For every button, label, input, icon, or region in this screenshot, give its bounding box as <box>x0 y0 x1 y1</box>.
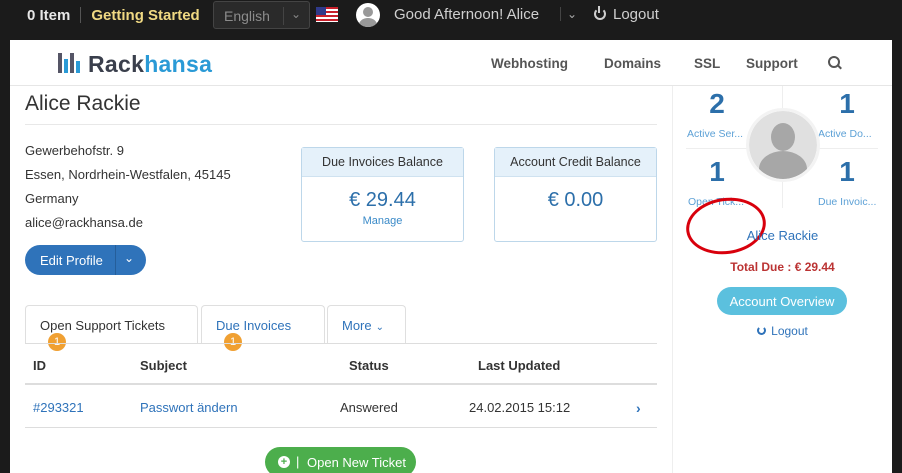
cart-link[interactable]: 0 Item <box>27 7 70 24</box>
open-new-ticket-button[interactable]: + | Open New Ticket <box>265 447 416 473</box>
logout-link[interactable]: Logout <box>594 6 659 23</box>
column-header-last-updated[interactable]: Last Updated <box>478 358 560 373</box>
ticket-subject[interactable]: Passwort ändern <box>140 400 238 415</box>
sidebar-client-name[interactable]: Alice Rackie <box>673 228 892 243</box>
tab-label: Due Invoices <box>216 318 292 333</box>
active-services-count[interactable]: 2 <box>682 88 752 120</box>
nav-ssl[interactable]: SSL <box>694 56 720 71</box>
plus-icon: + <box>278 456 290 468</box>
credit-balance-value: € 0.00 <box>547 189 604 211</box>
column-header-status[interactable]: Status <box>349 358 389 373</box>
chevron-down-icon: ⌄ <box>282 7 301 25</box>
due-invoices-label[interactable]: Due Invoic... <box>818 196 890 208</box>
credit-balance-box: Account Credit Balance € 0.00 <box>494 147 657 242</box>
divider <box>80 7 82 23</box>
tab-label: More <box>342 318 372 333</box>
nav-webhosting[interactable]: Webhosting <box>491 56 568 71</box>
active-domains-label[interactable]: Active Do... <box>818 128 890 140</box>
logo-text-part2: hansa <box>144 51 213 77</box>
tab-label: Open Support Tickets <box>40 318 166 333</box>
logo[interactable]: Rackhansa <box>88 51 212 78</box>
open-new-ticket-label: Open New Ticket <box>307 455 406 470</box>
chevron-down-icon[interactable]: ⌄ <box>560 7 577 21</box>
language-value: English <box>224 8 270 24</box>
logo-icon[interactable] <box>58 53 80 73</box>
account-overview-button[interactable]: Account Overview <box>717 287 847 315</box>
greeting-dropdown[interactable]: Good Afternoon! Alice <box>394 6 539 23</box>
edit-profile-label: Edit Profile <box>40 253 103 268</box>
power-icon <box>594 6 606 20</box>
nav-domains[interactable]: Domains <box>604 56 661 71</box>
ticket-last-updated: 24.02.2015 15:12 <box>469 400 571 415</box>
open-tickets-count[interactable]: 1 <box>682 156 752 188</box>
power-icon <box>757 326 767 335</box>
address-line: Gewerbehofstr. 9 <box>25 143 124 158</box>
us-flag-icon[interactable] <box>316 7 338 22</box>
address-line: Essen, Nordrhein-Westfalen, 45145 <box>25 167 231 182</box>
divider <box>25 124 657 125</box>
logout-label: Logout <box>771 324 808 338</box>
edit-profile-button[interactable]: Edit Profile ⌄ <box>25 245 146 275</box>
logout-label: Logout <box>613 6 659 23</box>
nav-support[interactable]: Support <box>746 56 798 71</box>
chevron-down-icon[interactable]: ⌄ <box>124 251 134 265</box>
active-domains-count[interactable]: 1 <box>812 88 882 120</box>
language-select[interactable]: English ⌄ <box>213 1 310 29</box>
email-address: alice@rackhansa.de <box>25 215 143 230</box>
sidebar-logout-link[interactable]: Logout <box>673 324 892 338</box>
credit-balance-title: Account Credit Balance <box>495 148 656 177</box>
tab-open-support-tickets[interactable]: Open Support Tickets1 <box>25 305 198 351</box>
site-header: Rackhansa Webhosting Domains SSL Support <box>10 40 892 86</box>
total-due: Total Due : € 29.44 <box>730 260 835 274</box>
avatar[interactable] <box>356 3 380 27</box>
table-row[interactable]: #293321 Passwort ändern Answered 24.02.2… <box>25 386 657 428</box>
address-line: Germany <box>25 191 79 206</box>
due-invoices-value: € 29.44 <box>349 189 416 211</box>
getting-started-link[interactable]: Getting Started <box>91 7 199 24</box>
tab-more[interactable]: More ⌄ <box>327 305 406 343</box>
chevron-down-icon: ⌄ <box>375 322 385 333</box>
column-header-id[interactable]: ID <box>33 358 46 373</box>
main-panel: Rackhansa Webhosting Domains SSL Support… <box>10 40 892 473</box>
manage-link[interactable]: Manage <box>302 215 463 227</box>
search-icon[interactable] <box>828 56 842 70</box>
avatar <box>746 108 820 182</box>
due-invoices-count[interactable]: 1 <box>812 156 882 188</box>
due-invoices-box: Due Invoices Balance € 29.44 Manage <box>301 147 464 242</box>
tickets-table-header: ID Subject Status Last Updated <box>25 343 657 385</box>
ticket-id[interactable]: #293321 <box>33 400 84 415</box>
column-header-subject[interactable]: Subject <box>140 358 187 373</box>
chevron-right-icon[interactable]: › <box>636 400 641 416</box>
tab-due-invoices[interactable]: Due Invoices1 <box>201 305 325 351</box>
ticket-status: Answered <box>340 400 398 415</box>
page-title: Alice Rackie <box>25 92 141 115</box>
logo-text-part1: Rack <box>88 51 145 77</box>
due-invoices-title: Due Invoices Balance <box>302 148 463 177</box>
